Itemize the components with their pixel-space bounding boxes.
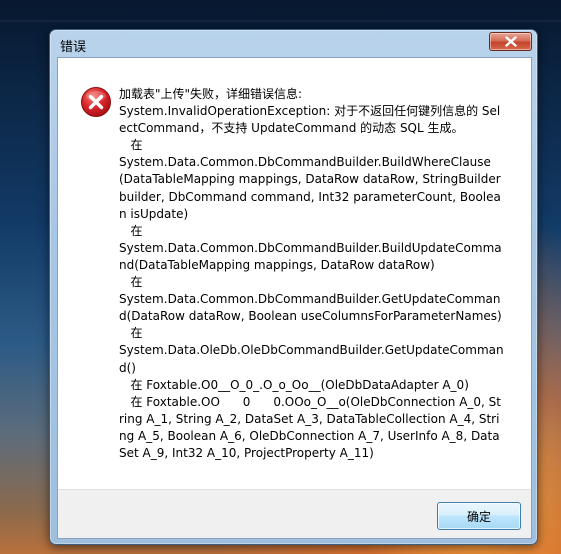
error-dialog: 错误 加载表"上传"失败，详细错误信息: System.InvalidOpera… xyxy=(49,29,538,545)
dialog-body: 加载表"上传"失败，详细错误信息: System.InvalidOperatio… xyxy=(57,57,532,539)
title-bar[interactable]: 错误 xyxy=(50,30,537,58)
close-button[interactable] xyxy=(489,32,532,51)
close-icon xyxy=(490,33,531,50)
error-x-icon xyxy=(80,86,112,118)
error-message: 加载表"上传"失败，详细错误信息: System.InvalidOperatio… xyxy=(119,87,504,460)
dialog-title: 错误 xyxy=(60,40,87,55)
message-area: 加载表"上传"失败，详细错误信息: System.InvalidOperatio… xyxy=(58,58,531,490)
button-bar: 确定 xyxy=(58,489,531,538)
ok-button[interactable]: 确定 xyxy=(437,502,521,530)
